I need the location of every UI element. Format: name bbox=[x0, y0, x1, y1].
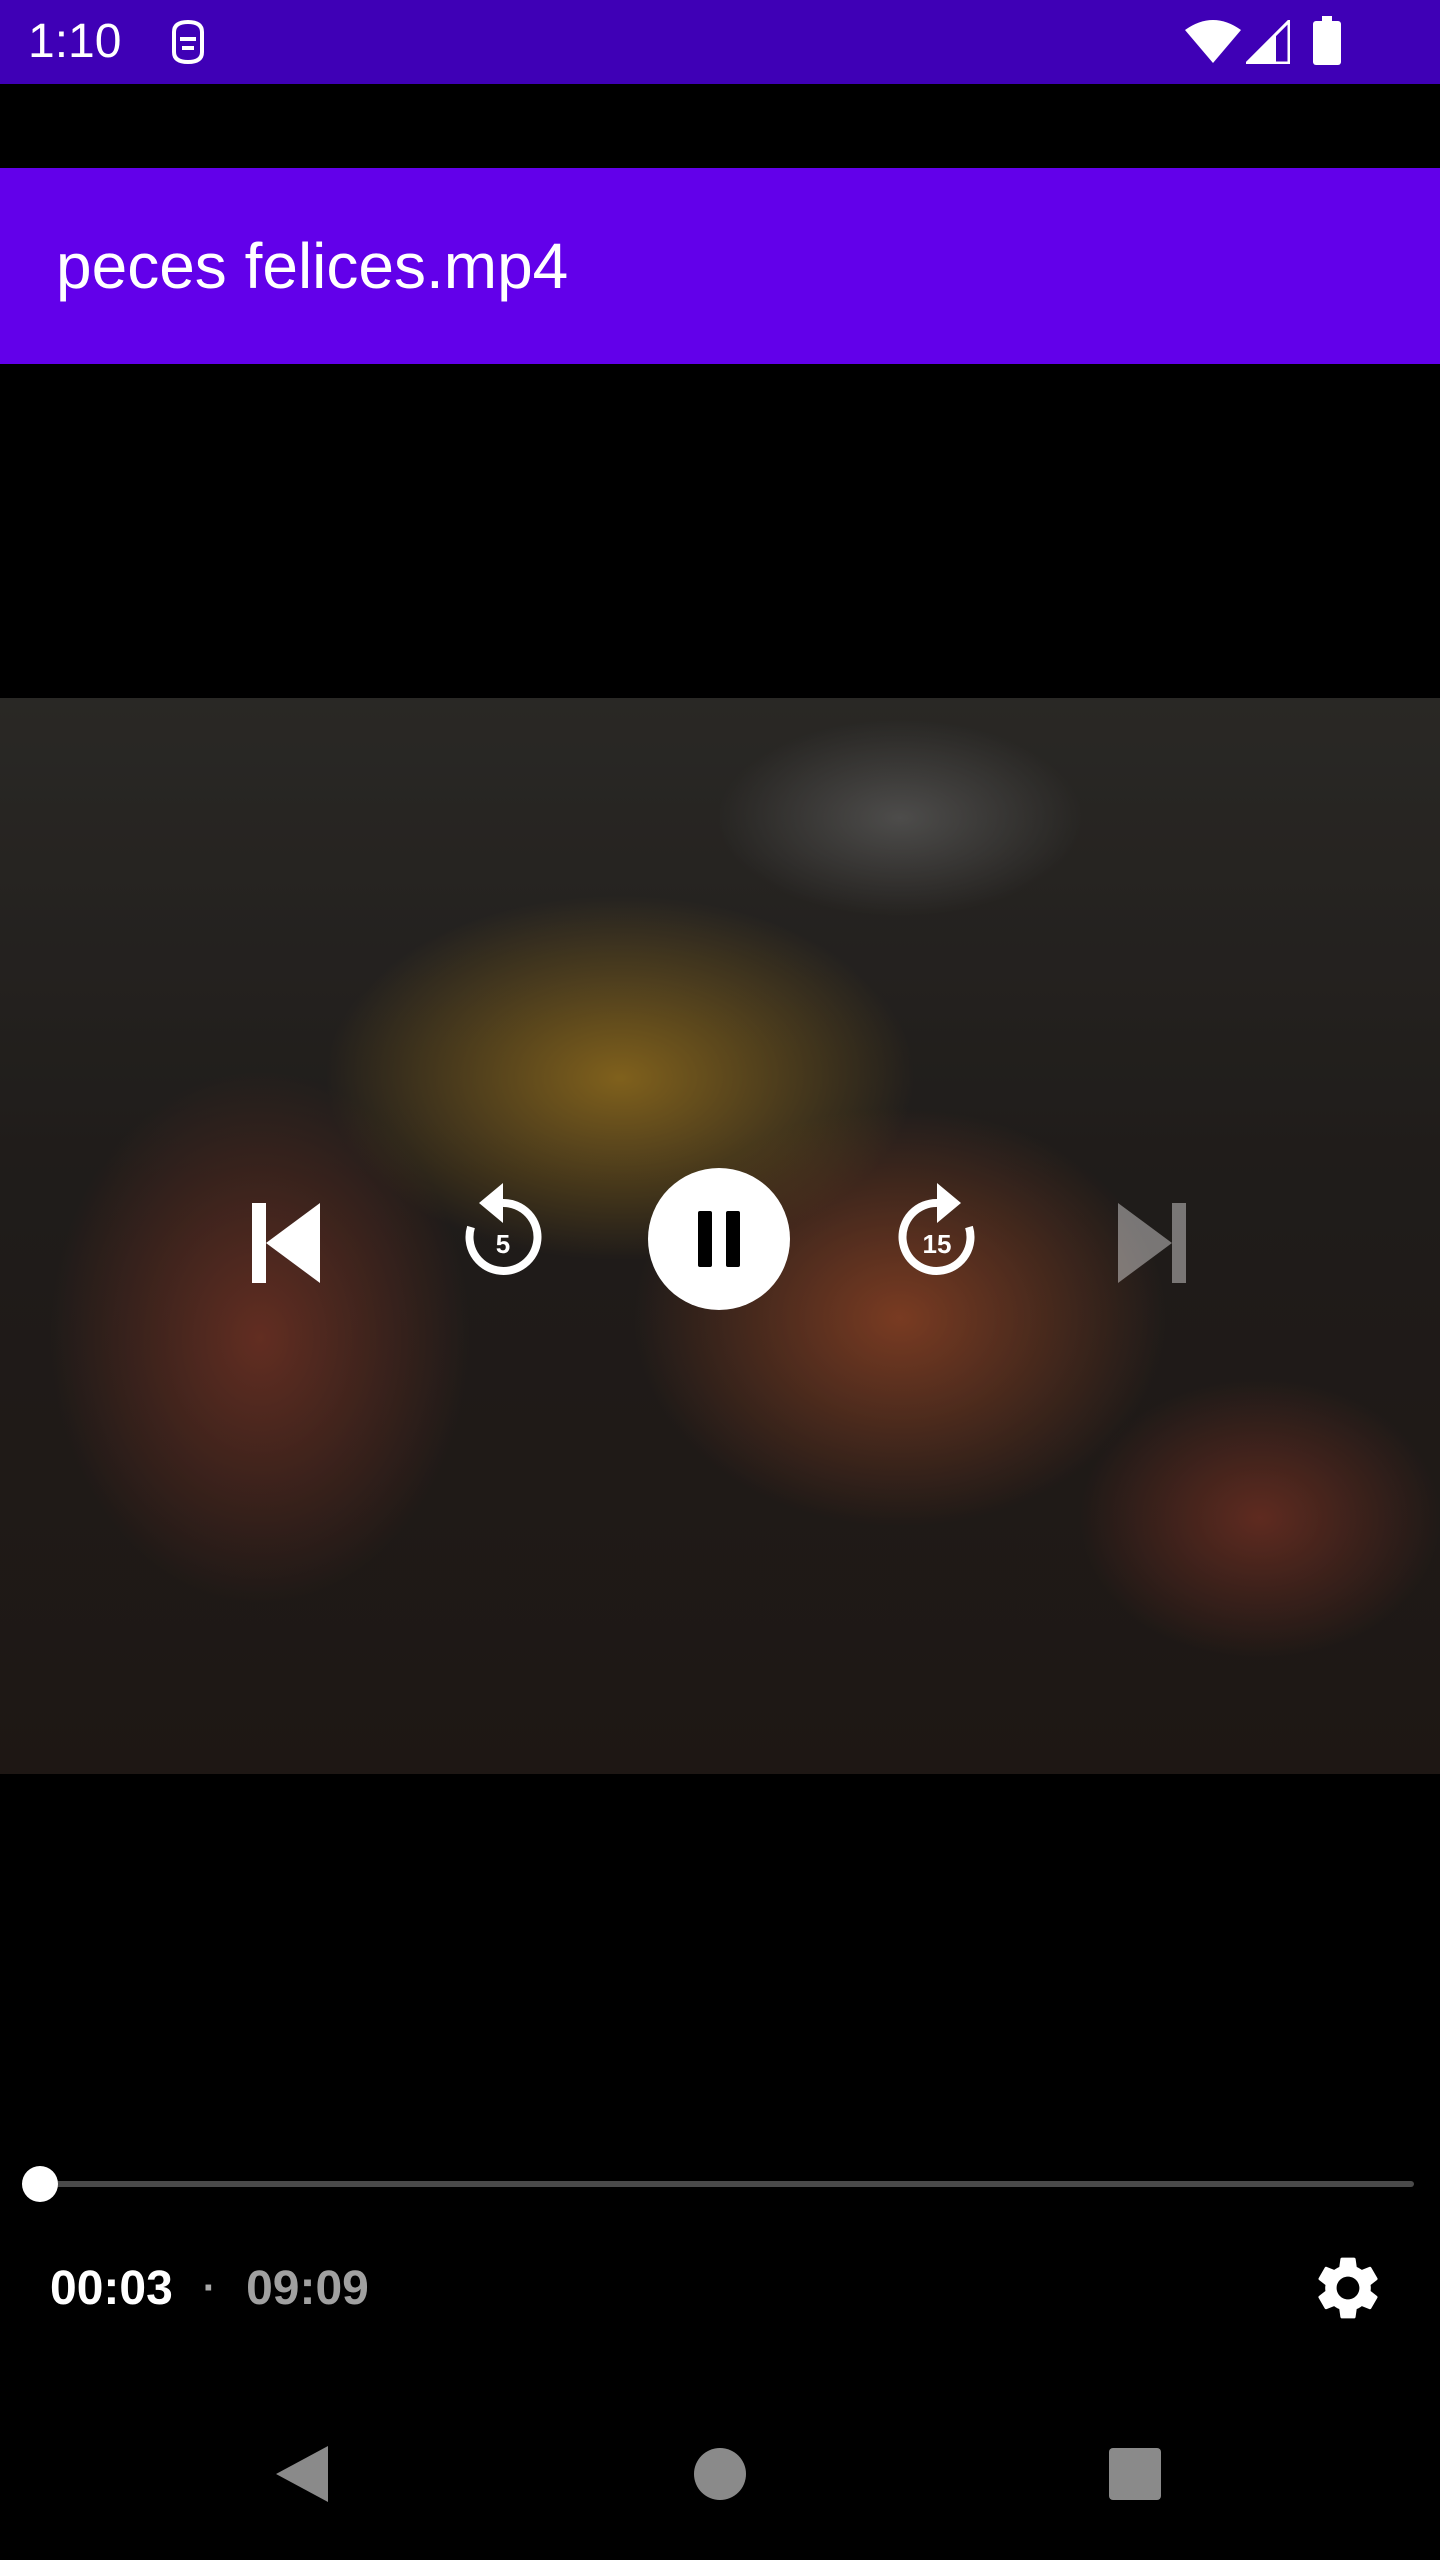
rewind-button[interactable]: 5 bbox=[448, 1176, 558, 1286]
forward-button[interactable]: 15 bbox=[882, 1176, 992, 1286]
skip-next-icon bbox=[1110, 1198, 1200, 1288]
back-icon bbox=[270, 2442, 334, 2511]
status-bar: 1:10 bbox=[0, 0, 1440, 84]
forward-icon: 15 bbox=[887, 1181, 987, 1281]
seek-bar[interactable] bbox=[21, 2166, 1414, 2202]
forward-seconds-label: 15 bbox=[922, 1229, 952, 1259]
pause-button[interactable] bbox=[648, 1168, 790, 1310]
pause-icon bbox=[694, 1209, 744, 1269]
cellular-signal-icon bbox=[1243, 17, 1291, 69]
status-time: 1:10 bbox=[28, 15, 122, 68]
home-icon bbox=[692, 2446, 748, 2507]
recents-icon bbox=[1107, 2446, 1163, 2507]
nav-home-button[interactable] bbox=[680, 2436, 760, 2516]
current-time: 00:03 bbox=[50, 2261, 173, 2315]
screen: 1:10 peces felices.mp4 5 15 00:03 · 09:0… bbox=[0, 0, 1440, 2560]
settings-button[interactable] bbox=[1310, 2250, 1386, 2326]
nav-back-button[interactable] bbox=[262, 2436, 342, 2516]
video-frame[interactable]: 5 15 bbox=[0, 698, 1440, 1774]
page-title: peces felices.mp4 bbox=[56, 230, 569, 302]
replay-icon: 5 bbox=[453, 1181, 553, 1281]
navigation-bar bbox=[0, 2392, 1440, 2560]
battery-icon bbox=[1312, 16, 1342, 71]
wifi-icon bbox=[1184, 20, 1242, 69]
total-duration: 09:09 bbox=[246, 2261, 369, 2315]
gear-icon bbox=[1310, 2257, 1386, 2330]
nav-recents-button[interactable] bbox=[1095, 2436, 1175, 2516]
next-button[interactable] bbox=[1100, 1188, 1210, 1298]
seek-thumb[interactable] bbox=[21, 2166, 58, 2202]
sim-notification-icon bbox=[168, 18, 208, 71]
time-separator: · bbox=[202, 2265, 217, 2310]
app-bar: peces felices.mp4 bbox=[0, 168, 1440, 364]
skip-previous-icon bbox=[238, 1198, 328, 1288]
rewind-seconds-label: 5 bbox=[495, 1229, 511, 1259]
time-display: 00:03 · 09:09 bbox=[50, 2258, 369, 2318]
previous-button[interactable] bbox=[228, 1188, 338, 1298]
